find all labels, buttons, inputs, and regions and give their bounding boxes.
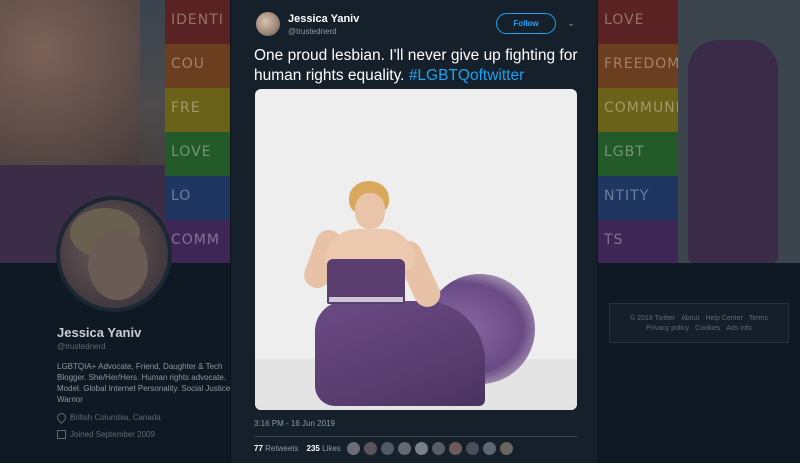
retweets-stat[interactable]: 77 Retweets [254,444,299,453]
page: IDENTI COU FRE LOVE LO COMM LOVE FREEDOM… [0,0,800,463]
tweet-author-avatar[interactable] [256,12,280,36]
profile-bio: LGBTQIA+ Advocate, Friend, Daughter & Te… [57,362,231,404]
calendar-icon [57,430,66,439]
liker-avatar[interactable] [397,441,412,456]
profile-location-text: British Columbia, Canada [70,413,161,422]
follow-button[interactable]: Follow [496,13,556,34]
site-footer: © 2019 Twitter About Help Center Terms P… [609,303,789,343]
liker-avatar[interactable] [414,441,429,456]
footer-link-help-center[interactable]: Help Center [705,314,742,324]
liker-avatar[interactable] [448,441,463,456]
liker-avatar[interactable] [499,441,514,456]
profile-joined: Joined September 2009 [57,430,237,439]
tweet-hashtag-link[interactable]: #LGBTQoftwitter [409,67,524,84]
footer-link-ads-info[interactable]: Ads info [726,324,751,334]
liker-avatar[interactable] [346,441,361,456]
location-pin-icon [55,411,68,424]
banner-photo-right [678,0,800,263]
liker-avatar[interactable] [380,441,395,456]
likes-stat[interactable]: 235 Likes [307,444,341,453]
liker-avatar[interactable] [431,441,446,456]
liker-avatar[interactable] [465,441,480,456]
footer-link-cookies[interactable]: Cookies [695,324,720,334]
divider [254,436,577,437]
liker-avatar[interactable] [363,441,378,456]
footer-copyright: © 2019 Twitter [630,315,676,322]
profile-name[interactable]: Jessica Yaniv [57,325,237,340]
footer-link-privacy[interactable]: Privacy policy [646,324,689,334]
tweet-author-name[interactable]: Jessica Yaniv [288,13,359,25]
tweet-timestamp[interactable]: 3:16 PM - 16 Jun 2019 [254,419,335,428]
banner-rainbow-left: IDENTI COU FRE LOVE LO COMM [165,0,233,263]
tweet-author-handle[interactable]: @trustednerd [288,27,337,36]
tweet-stats: 77 Retweets 235 Likes [254,444,341,453]
footer-link-terms[interactable]: Terms [749,314,768,324]
profile-joined-text: Joined September 2009 [70,430,155,439]
banner-rainbow-right: LOVE FREEDOM COMMUNITY LGBT NTITY TS [598,0,678,263]
profile-handle: @trustednerd [57,342,106,351]
liker-avatars [346,441,514,456]
profile-location: British Columbia, Canada [55,411,237,424]
profile-info: Jessica Yaniv @trustednerd LGBTQIA+ Advo… [55,325,237,439]
liker-avatar[interactable] [482,441,497,456]
tweet-modal: Jessica Yaniv @trustednerd Follow ⌄ One … [230,0,598,463]
chevron-down-icon[interactable]: ⌄ [565,17,577,29]
profile-avatar[interactable] [56,196,172,312]
footer-link-about[interactable]: About [681,314,699,324]
tweet-photo[interactable] [255,89,577,410]
tweet-text: One proud lesbian. I'll never give up fi… [254,46,579,86]
